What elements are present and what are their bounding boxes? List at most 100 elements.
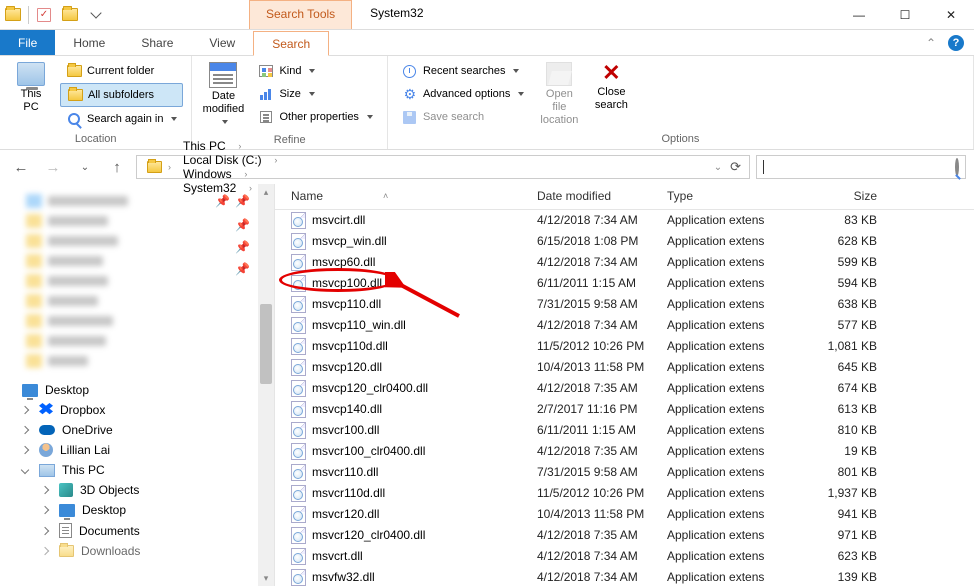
kind-button[interactable]: Kind <box>252 60 378 82</box>
this-pc-button[interactable]: This PC <box>8 60 54 131</box>
qat-properties-icon[interactable]: ✓ <box>31 0 57 30</box>
file-date: 4/12/2018 7:34 AM <box>537 213 667 227</box>
disk-icon <box>402 109 418 125</box>
size-button[interactable]: Size <box>252 83 378 105</box>
minimize-button[interactable]: — <box>836 0 882 30</box>
close-window-button[interactable]: ✕ <box>928 0 974 30</box>
file-type: Application extens <box>667 570 797 584</box>
qat-customize-dropdown[interactable] <box>83 0 109 30</box>
recent-locations-dropdown[interactable]: ⌄ <box>72 154 98 180</box>
current-folder-button[interactable]: Current folder <box>60 60 183 82</box>
column-headers[interactable]: Name˄ Date modified Type Size <box>275 184 974 210</box>
quick-access-toolbar: ✓ <box>0 0 109 29</box>
dll-file-icon <box>291 254 306 271</box>
file-row[interactable]: msvcp_win.dll6/15/2018 1:08 PMApplicatio… <box>275 231 974 252</box>
tab-share[interactable]: Share <box>123 30 191 55</box>
help-icon[interactable]: ? <box>948 35 964 51</box>
all-subfolders-button[interactable]: All subfolders <box>60 83 183 107</box>
file-date: 10/4/2013 11:58 PM <box>537 360 667 374</box>
file-row[interactable]: msvcr120_clr0400.dll4/12/2018 7:35 AMApp… <box>275 525 974 546</box>
address-dropdown-icon[interactable]: ⌄ <box>714 162 722 173</box>
file-row[interactable]: msvcp110d.dll11/5/2012 10:26 PMApplicati… <box>275 336 974 357</box>
nav-desktop-folder[interactable]: Desktop <box>0 500 274 520</box>
tab-home[interactable]: Home <box>55 30 123 55</box>
refresh-icon[interactable]: ⟳ <box>730 159 741 175</box>
ribbon-tabs: File Home Share View Search ⌃ ? <box>0 30 974 56</box>
file-row[interactable]: msvcp120_clr0400.dll4/12/2018 7:35 AMApp… <box>275 378 974 399</box>
ribbon-collapse-chevron-icon[interactable]: ⌃ <box>926 36 936 50</box>
file-size: 599 KB <box>797 255 877 269</box>
breadcrumb-segment[interactable]: This PC › <box>175 139 281 153</box>
tab-search[interactable]: Search <box>253 31 329 56</box>
date-modified-button[interactable]: Date modified <box>200 60 246 132</box>
file-name: msvcrt.dll <box>312 549 363 563</box>
sort-indicator-icon: ˄ <box>383 191 388 201</box>
file-row[interactable]: msvcrt.dll4/12/2018 7:34 AMApplication e… <box>275 546 974 567</box>
up-button[interactable]: ↑ <box>104 154 130 180</box>
file-row[interactable]: msvcirt.dll4/12/2018 7:34 AMApplication … <box>275 210 974 231</box>
nav-dropbox[interactable]: Dropbox <box>0 400 274 420</box>
nav-this-pc[interactable]: This PC <box>0 460 274 480</box>
nav-documents[interactable]: Documents <box>0 520 274 541</box>
nav-onedrive[interactable]: OneDrive <box>0 420 274 440</box>
nav-3d-objects[interactable]: 3D Objects <box>0 480 274 500</box>
file-row[interactable]: msvcr100.dll6/11/2011 1:15 AMApplication… <box>275 420 974 441</box>
file-size: 628 KB <box>797 234 877 248</box>
navpane-scrollbar[interactable]: ▴▾ <box>258 184 274 586</box>
file-type: Application extens <box>667 360 797 374</box>
open-file-icon <box>546 62 572 86</box>
file-row[interactable]: msvcp100.dll6/11/2011 1:15 AMApplication… <box>275 273 974 294</box>
app-folder-icon <box>0 0 26 30</box>
file-date: 2/7/2017 11:16 PM <box>537 402 667 416</box>
file-name: msvcr120.dll <box>312 507 379 521</box>
search-input[interactable] <box>756 155 966 179</box>
forward-button[interactable]: → <box>40 154 66 180</box>
file-name: msvcp140.dll <box>312 402 382 416</box>
other-properties-button[interactable]: Other properties <box>252 106 378 128</box>
breadcrumb-segment[interactable]: Local Disk (C:) › <box>175 153 281 167</box>
file-row[interactable]: msvcr100_clr0400.dll4/12/2018 7:35 AMApp… <box>275 441 974 462</box>
back-button[interactable]: ← <box>8 154 34 180</box>
file-type: Application extens <box>667 339 797 353</box>
save-search-button[interactable]: Save search <box>396 106 530 128</box>
address-bar[interactable]: › This PC ›Local Disk (C:) ›Windows ›Sys… <box>136 155 750 179</box>
desktop-icon <box>59 504 75 517</box>
properties-icon <box>258 109 274 125</box>
file-type: Application extens <box>667 276 797 290</box>
dll-file-icon <box>291 548 306 565</box>
file-list: Name˄ Date modified Type Size msvcirt.dl… <box>275 184 974 586</box>
file-type: Application extens <box>667 423 797 437</box>
tab-view[interactable]: View <box>191 30 253 55</box>
file-size: 83 KB <box>797 213 877 227</box>
file-row[interactable]: msvcp60.dll 4/12/2018 7:34 AMApplication … <box>275 252 974 273</box>
file-row[interactable]: msvcp120.dll10/4/2013 11:58 PMApplicatio… <box>275 357 974 378</box>
close-search-button[interactable]: ✕ Close search <box>588 60 634 131</box>
tab-file[interactable]: File <box>0 30 55 55</box>
qat-new-folder-icon[interactable] <box>57 0 83 30</box>
desktop-icon <box>22 384 38 397</box>
file-row[interactable]: msvcr120.dll10/4/2013 11:58 PMApplicatio… <box>275 504 974 525</box>
file-date: 4/12/2018 7:34 AM <box>537 255 667 269</box>
file-size: 941 KB <box>797 507 877 521</box>
search-again-in-button[interactable]: Search again in <box>60 108 183 130</box>
nav-user[interactable]: Lillian Lai <box>0 440 274 460</box>
recent-searches-button[interactable]: Recent searches <box>396 60 530 82</box>
file-date: 6/15/2018 1:08 PM <box>537 234 667 248</box>
file-type: Application extens <box>667 381 797 395</box>
file-date: 11/5/2012 10:26 PM <box>537 486 667 500</box>
pin-icon: 📌 <box>235 218 250 232</box>
file-row[interactable]: msvcp110_win.dll4/12/2018 7:34 AMApplica… <box>275 315 974 336</box>
file-row[interactable]: msvfw32.dll4/12/2018 7:34 AMApplication … <box>275 567 974 586</box>
file-row[interactable]: msvcp140.dll2/7/2017 11:16 PMApplication… <box>275 399 974 420</box>
nav-desktop[interactable]: Desktop <box>0 380 274 400</box>
file-date: 4/12/2018 7:35 AM <box>537 444 667 458</box>
breadcrumb-segment[interactable]: Windows › <box>175 167 281 181</box>
file-type: Application extens <box>667 255 797 269</box>
file-row[interactable]: msvcr110d.dll11/5/2012 10:26 PMApplicati… <box>275 483 974 504</box>
file-row[interactable]: msvcr110.dll7/31/2015 9:58 AMApplication… <box>275 462 974 483</box>
file-row[interactable]: msvcp110.dll7/31/2015 9:58 AMApplication… <box>275 294 974 315</box>
advanced-options-button[interactable]: Advanced options <box>396 83 530 105</box>
file-name: msvcp60.dll <box>312 255 375 269</box>
nav-downloads[interactable]: Downloads <box>0 541 274 561</box>
maximize-button[interactable]: ☐ <box>882 0 928 30</box>
